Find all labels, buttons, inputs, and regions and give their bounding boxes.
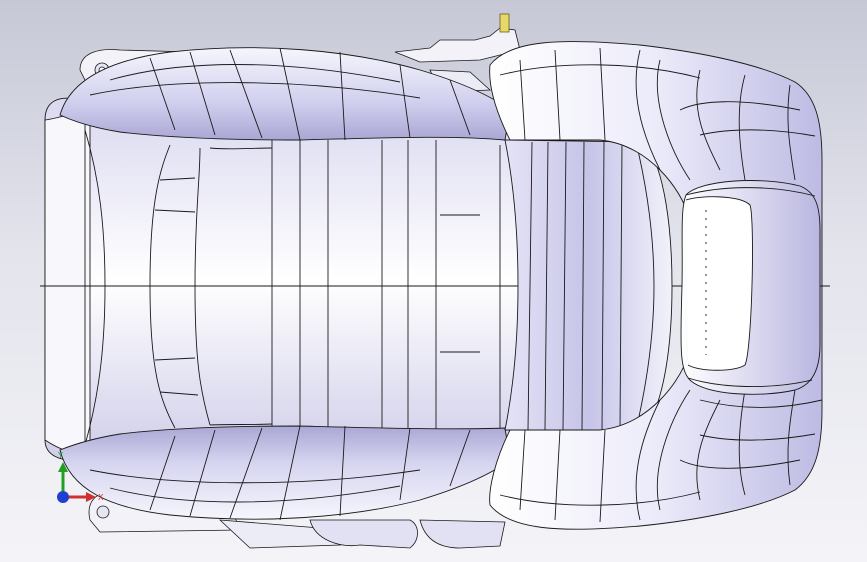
y-axis-label: Y (57, 451, 63, 460)
cad-viewport[interactable]: Y X (0, 0, 867, 562)
z-axis-dot (57, 491, 69, 503)
seat-backrest (504, 139, 673, 431)
cushion-bolster-bottom (59, 425, 511, 521)
seat-headrest (680, 180, 821, 395)
x-axis-label: X (98, 493, 104, 502)
seat-model-view[interactable]: Y X (0, 0, 867, 562)
